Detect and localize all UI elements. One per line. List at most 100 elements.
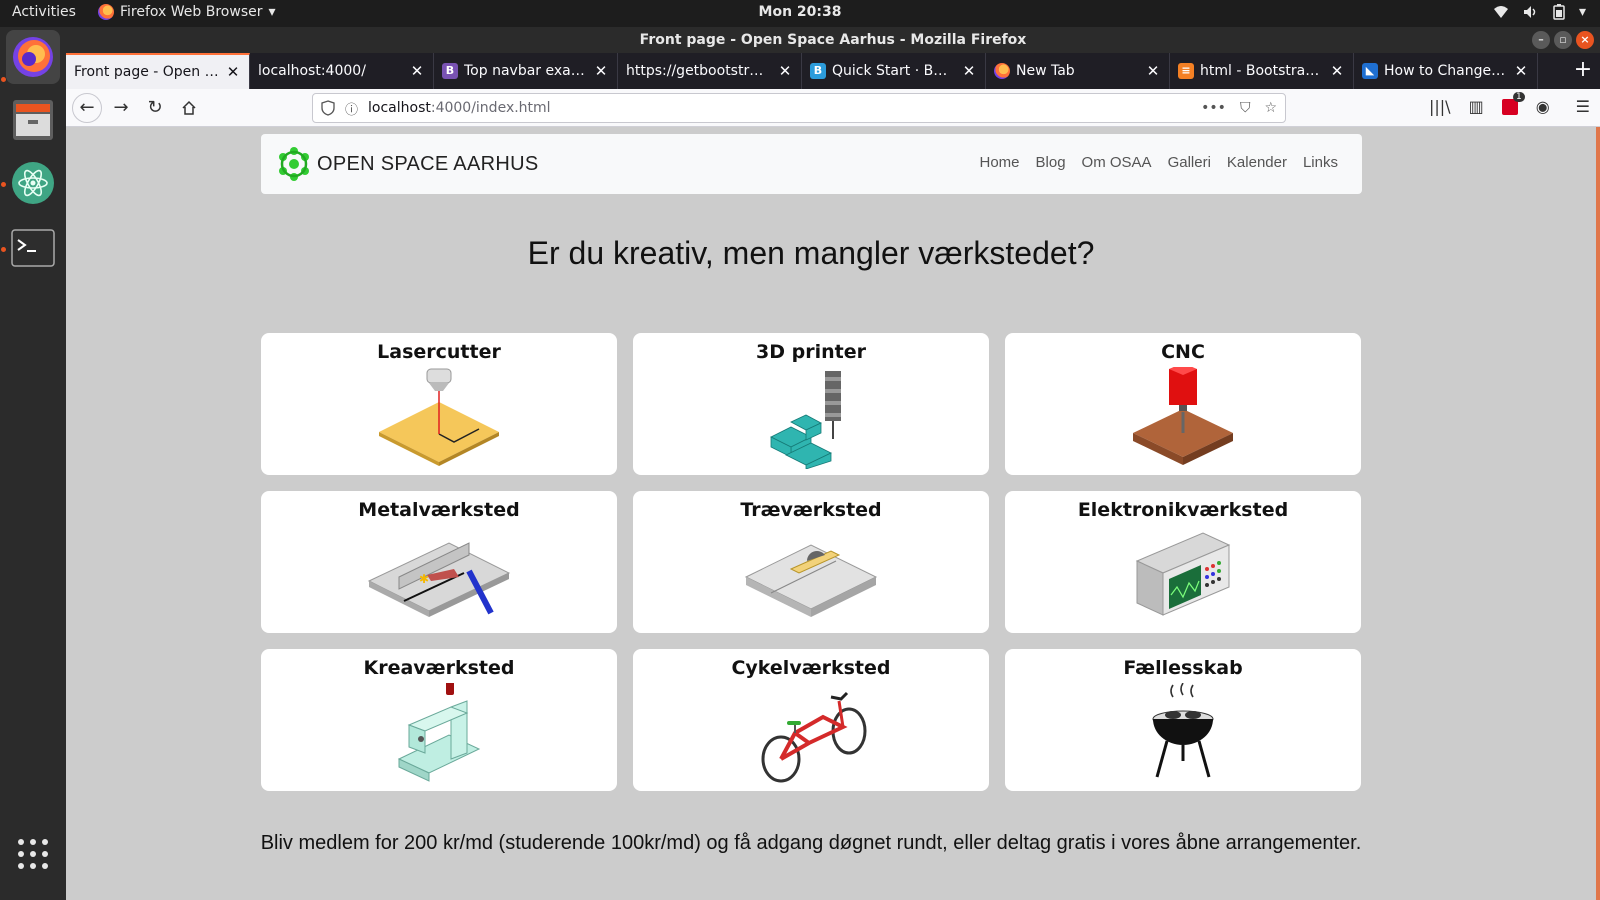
- atom-editor-icon: [12, 162, 54, 204]
- close-tab-icon[interactable]: ✕: [777, 62, 793, 80]
- scroll-indicator: [1596, 127, 1600, 900]
- card-3d-printer[interactable]: 3D printer: [633, 333, 989, 475]
- card-title: Kreaværksted: [363, 657, 515, 679]
- card-faellesskab[interactable]: Fællesskab: [1005, 649, 1361, 791]
- close-tab-icon[interactable]: ✕: [961, 62, 977, 80]
- card-title: Træværksted: [740, 499, 882, 521]
- close-tab-icon[interactable]: ✕: [593, 62, 609, 80]
- navigation-toolbar: ← → ↻ ⓘ localhost:4000/index.html ••• ⛉ …: [66, 89, 1600, 127]
- card-title: Metalværksted: [358, 499, 520, 521]
- web-page: OPEN SPACE AARHUS Home Blog Om OSAA Gall…: [66, 127, 1600, 900]
- home-icon: [182, 100, 196, 115]
- page-actions-icon[interactable]: •••: [1201, 100, 1226, 116]
- bicycle-icon: [761, 691, 867, 783]
- nav-link-galleri[interactable]: Galleri: [1168, 154, 1211, 171]
- url-path: :4000/index.html: [430, 100, 551, 116]
- show-applications-button[interactable]: [6, 827, 60, 881]
- info-icon[interactable]: ⓘ: [345, 99, 358, 118]
- tab-top-navbar[interactable]: B Top navbar exampl ✕: [434, 53, 618, 89]
- nav-link-home[interactable]: Home: [980, 154, 1020, 171]
- new-tab-button[interactable]: +: [1566, 53, 1600, 89]
- back-button[interactable]: ←: [72, 92, 102, 123]
- bootstrap-favicon-icon: B: [442, 63, 458, 79]
- tab-label: Quick Start · Boots: [832, 63, 955, 79]
- minimize-button[interactable]: –: [1532, 31, 1550, 49]
- tab-bar: Front page - Open Spa ✕ localhost:4000/ …: [66, 53, 1600, 89]
- firefox-icon: [13, 37, 53, 77]
- card-title: 3D printer: [756, 341, 866, 363]
- site-favicon-icon: ◣: [1362, 63, 1378, 79]
- url-bar[interactable]: ⓘ localhost:4000/index.html ••• ⛉ ☆: [312, 93, 1286, 123]
- tab-how-to-change[interactable]: ◣ How to Change the ✕: [1354, 53, 1538, 89]
- grill-icon: [1152, 683, 1214, 778]
- close-tab-icon[interactable]: ✕: [409, 62, 425, 80]
- card-kreavaerksted[interactable]: Kreaværksted: [261, 649, 617, 791]
- url-host: localhost: [368, 100, 431, 116]
- close-tab-icon[interactable]: ✕: [1145, 62, 1161, 80]
- tab-localhost[interactable]: localhost:4000/ ✕: [250, 53, 434, 89]
- card-lasercutter[interactable]: Lasercutter: [261, 333, 617, 475]
- tab-getbootstrap[interactable]: https://getbootstrap.c ✕: [618, 53, 802, 89]
- clock[interactable]: Mon 20:38: [0, 4, 1600, 20]
- dock: [0, 27, 66, 900]
- forward-button[interactable]: →: [106, 93, 136, 123]
- library-icon[interactable]: |||\: [1429, 97, 1451, 116]
- tab-html-bootstrap[interactable]: ≡ html - Bootstrap - F ✕: [1170, 53, 1354, 89]
- card-title: Cykelværksted: [731, 657, 891, 679]
- nav-link-links[interactable]: Links: [1303, 154, 1338, 171]
- tab-label: Top navbar exampl: [464, 63, 587, 79]
- card-metalvaerksted[interactable]: Metalværksted ✱: [261, 491, 617, 633]
- sidebar-icon[interactable]: ▥: [1469, 97, 1484, 116]
- close-tab-icon[interactable]: ✕: [1329, 62, 1345, 80]
- osaa-logo-icon: [279, 147, 309, 181]
- pocket-icon[interactable]: ⛉: [1240, 100, 1251, 116]
- maximize-button[interactable]: ▫: [1554, 31, 1572, 49]
- tab-new-tab[interactable]: New Tab ✕: [986, 53, 1170, 89]
- tab-label: html - Bootstrap - F: [1200, 63, 1323, 79]
- firefox-favicon-icon: [994, 63, 1010, 79]
- svg-text:✱: ✱: [419, 572, 429, 586]
- close-tab-icon[interactable]: ✕: [225, 63, 241, 81]
- nav-link-om-osaa[interactable]: Om OSAA: [1082, 154, 1152, 171]
- dock-files[interactable]: [6, 93, 60, 147]
- arrow-left-icon: ←: [79, 97, 95, 118]
- tab-quick-start[interactable]: B Quick Start · Boots ✕: [802, 53, 986, 89]
- chevron-down-icon: ▾: [1578, 4, 1586, 20]
- extension-icon[interactable]: 1: [1501, 91, 1525, 115]
- nav-link-kalender[interactable]: Kalender: [1227, 154, 1287, 171]
- reload-button[interactable]: ↻: [140, 93, 170, 123]
- tab-label: Front page - Open Spa: [74, 64, 219, 80]
- site-brand[interactable]: OPEN SPACE AARHUS: [277, 147, 538, 181]
- volume-icon: [1523, 6, 1536, 18]
- shield-icon[interactable]: [321, 100, 335, 116]
- tab-label: localhost:4000/: [258, 63, 366, 79]
- close-window-button[interactable]: ×: [1576, 31, 1594, 49]
- battery-icon: [1553, 4, 1565, 20]
- reload-icon: ↻: [147, 97, 163, 118]
- metal-workshop-icon: ✱: [367, 542, 511, 617]
- card-cykelvaerksted[interactable]: Cykelværksted: [633, 649, 989, 791]
- dock-atom[interactable]: [6, 156, 60, 210]
- extension-badge: 1: [1512, 91, 1525, 102]
- home-button[interactable]: [174, 93, 204, 123]
- dock-terminal[interactable]: [6, 221, 60, 275]
- cnc-icon: [1133, 367, 1233, 465]
- nav-link-blog[interactable]: Blog: [1036, 154, 1066, 171]
- tab-label: How to Change the: [1384, 63, 1507, 79]
- bookmark-star-icon[interactable]: ☆: [1264, 100, 1277, 116]
- dock-firefox[interactable]: [6, 30, 60, 84]
- window-titlebar[interactable]: Front page - Open Space Aarhus - Mozilla…: [66, 27, 1600, 53]
- account-icon[interactable]: ◉: [1536, 97, 1550, 116]
- card-title: CNC: [1161, 341, 1205, 363]
- terminal-icon: [11, 229, 55, 267]
- card-traevaerksted[interactable]: Træværksted: [633, 491, 989, 633]
- card-cnc[interactable]: CNC: [1005, 333, 1361, 475]
- card-title: Lasercutter: [377, 341, 501, 363]
- card-elektronikvaerksted[interactable]: Elektronikværksted: [1005, 491, 1361, 633]
- close-tab-icon[interactable]: ✕: [1513, 62, 1529, 80]
- wifi-icon: [1493, 6, 1508, 18]
- hamburger-menu-icon[interactable]: ☰: [1576, 97, 1590, 116]
- system-tray[interactable]: ▾: [1493, 4, 1586, 20]
- tab-front-page[interactable]: Front page - Open Spa ✕: [66, 53, 250, 89]
- bootstrap-favicon-icon: B: [810, 63, 826, 79]
